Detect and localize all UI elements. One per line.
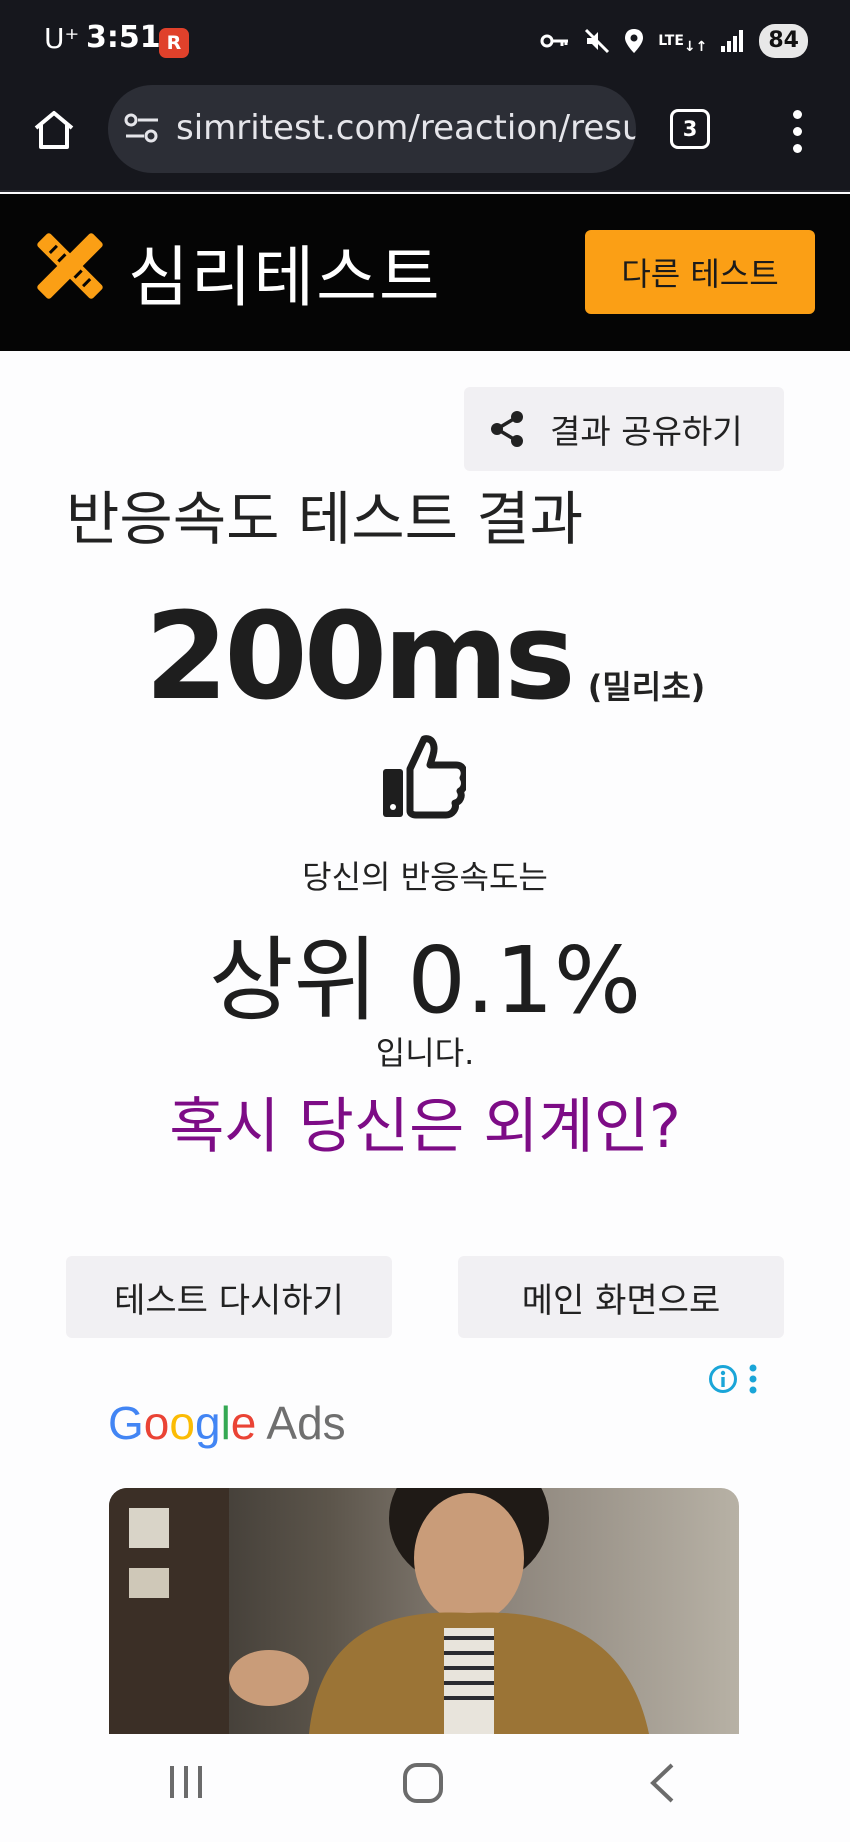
retry-test-button[interactable]: 테스트 다시하기 — [66, 1256, 392, 1338]
tabs-icon[interactable]: 3 — [670, 109, 710, 149]
url-text[interactable]: simritest.com/reaction/result — [176, 108, 636, 148]
google-ads-logo: Google Ads — [108, 1396, 346, 1450]
status-icons: LTE ↓↑ 84 — [540, 22, 808, 60]
verdict-text: 혹시 당신은 외계인? — [169, 1092, 681, 1162]
app-notification-icon: R — [159, 28, 189, 58]
ad-controls — [708, 1364, 758, 1394]
recents-icon[interactable] — [168, 1762, 204, 1802]
network-label: LTE — [658, 32, 684, 49]
main-screen-button[interactable]: 메인 화면으로 — [458, 1256, 784, 1338]
address-bar[interactable]: simritest.com/reaction/result — [108, 85, 636, 173]
thumbs-up-icon — [380, 733, 468, 827]
site-logo-text[interactable]: 심리테스트 — [128, 224, 442, 320]
battery-icon: 84 — [759, 24, 808, 58]
result-line-2: 입니다. — [375, 1034, 475, 1072]
result-line-1: 당신의 반응속도는 — [302, 858, 548, 896]
logo-icon[interactable] — [33, 229, 107, 307]
info-icon[interactable] — [708, 1364, 738, 1394]
other-test-button[interactable]: 다른 테스트 — [585, 230, 815, 314]
system-nav-bar — [0, 1734, 850, 1842]
rank-value: 상위 0.1% — [208, 927, 642, 1034]
reaction-time-unit: (밀리초) — [587, 668, 706, 706]
key-icon — [540, 31, 570, 51]
site-settings-icon[interactable] — [124, 111, 160, 149]
ad-banner[interactable]: Google Ads — [66, 1354, 784, 1734]
more-menu-icon[interactable] — [782, 110, 812, 154]
carrier-label: U⁺ — [44, 22, 80, 55]
ad-image[interactable] — [109, 1488, 739, 1734]
location-icon — [624, 28, 644, 54]
lte-icon: LTE ↓↑ — [658, 32, 708, 55]
back-icon[interactable] — [648, 1762, 676, 1804]
home-button[interactable] — [28, 104, 80, 156]
status-bar: U⁺ 3:51 R LTE ↓↑ 84 — [0, 0, 850, 82]
ad-options-icon[interactable] — [748, 1364, 758, 1394]
clock: 3:51 — [86, 20, 161, 55]
home-nav-icon[interactable] — [402, 1762, 444, 1804]
reaction-time-value: 200ms — [144, 588, 576, 727]
home-icon — [34, 111, 74, 149]
ads-wordmark: Ads — [266, 1397, 346, 1449]
site-header: 심리테스트 다른 테스트 — [0, 194, 850, 351]
page-title: 반응속도 테스트 결과 — [66, 485, 584, 553]
browser-toolbar: simritest.com/reaction/result 3 — [0, 82, 850, 192]
result-value-row: 200ms (밀리초) — [0, 588, 850, 727]
share-result-button[interactable]: 결과 공유하기 — [464, 387, 784, 471]
google-wordmark: Google — [108, 1397, 257, 1449]
share-icon — [491, 411, 523, 447]
mute-icon — [584, 28, 610, 54]
share-result-label: 결과 공유하기 — [550, 412, 743, 451]
signal-icon — [721, 30, 745, 52]
